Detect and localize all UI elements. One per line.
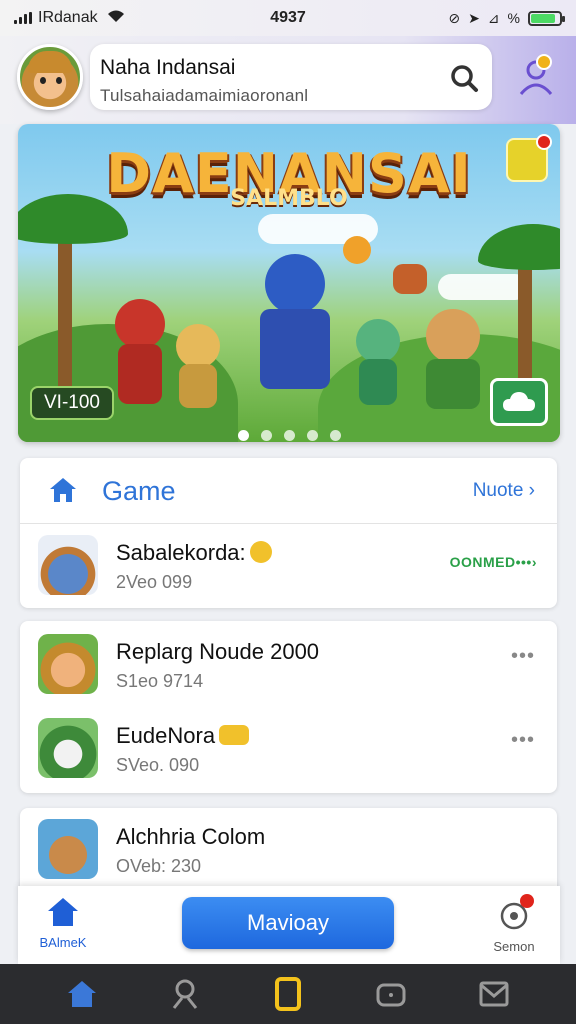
bear-character	[418, 309, 488, 414]
app-header: Naha Indansai Tulsahaiadamaimiaoronanl	[0, 36, 576, 124]
search-input[interactable]: Tulsahaiadamaimiaoronanl	[100, 86, 308, 106]
cloud-icon	[503, 392, 535, 411]
yellow-character	[173, 324, 223, 414]
list-item[interactable]: EudeNora SVeo. 090 •••	[20, 707, 557, 791]
green-character	[353, 319, 403, 409]
red-character	[110, 299, 170, 409]
game-thumbnail	[38, 819, 98, 879]
list-item[interactable]: Alchhria Colom OVeb: 230	[20, 808, 557, 892]
carousel-dot[interactable]	[237, 430, 249, 441]
primary-cta-button[interactable]: Mavioay	[182, 897, 394, 949]
carousel-indicator	[18, 430, 560, 441]
game-name: Replarg Noude 2000	[116, 639, 320, 664]
tab-search-label: Semon	[493, 939, 535, 954]
location-icon: ➤	[468, 9, 480, 26]
more-options-icon[interactable]: •••	[511, 729, 535, 752]
promo-banner[interactable]: DAENANSAI SALMBLO VI-100	[18, 124, 560, 442]
nav-home-icon[interactable]	[62, 974, 102, 1014]
carousel-dot[interactable]	[283, 430, 295, 441]
emoji-icon	[249, 541, 272, 563]
game-name: EudeNora	[116, 723, 216, 748]
share-button[interactable]	[490, 378, 548, 426]
bottom-action-bar: BAlmeK Mavioay Semon	[18, 886, 560, 964]
nav-mail-icon[interactable]	[474, 974, 514, 1014]
notification-badge	[520, 894, 534, 908]
status-bar: IRdanak 4937 ⊘ ➤ ⊿ %	[0, 0, 576, 36]
sync-icon: ⊘	[448, 9, 461, 26]
game-thumbnail	[38, 718, 98, 778]
installed-status[interactable]: OONMED•••›	[450, 554, 537, 570]
game-section-card: Game Nuote › Sabalekorda: 2Veo 099 OONME…	[20, 458, 557, 608]
home-icon	[50, 478, 76, 502]
battery-percent: %	[507, 10, 520, 26]
profile-name: Naha Indansai	[100, 56, 236, 79]
bonus-button[interactable]	[506, 134, 552, 182]
account-icon[interactable]	[516, 54, 556, 98]
more-link[interactable]: Nuote ›	[473, 480, 535, 502]
game-list-card: Replarg Noude 2000 S1eo 9714 ••• EudeNor…	[20, 621, 557, 793]
tab-home[interactable]: BAlmeK	[32, 896, 94, 950]
home-icon	[48, 898, 78, 926]
nav-center-icon[interactable]	[268, 974, 308, 1014]
signal-icon	[14, 12, 32, 24]
version-chip: VI-100	[30, 386, 114, 420]
system-navigation-bar	[0, 964, 576, 1024]
carrier-name: IRdanak	[38, 9, 98, 26]
game-name: Sabalekorda:	[116, 540, 246, 565]
chest-icon	[393, 264, 427, 294]
game-thumbnail	[38, 634, 98, 694]
emoji-icon	[219, 725, 250, 745]
battery-icon	[528, 10, 565, 26]
more-options-icon[interactable]: •••	[511, 645, 535, 668]
section-title: Game	[102, 476, 176, 506]
game-meta: SVeo. 090	[116, 755, 200, 775]
carousel-dot[interactable]	[260, 430, 272, 441]
game-meta: 2Veo 099	[116, 572, 193, 592]
game-meta: OVeb: 230	[116, 856, 202, 876]
nav-chat-icon[interactable]	[371, 974, 411, 1014]
game-name: Alchhria Colom	[116, 824, 266, 849]
notification-badge	[536, 134, 552, 150]
wifi-icon	[106, 9, 126, 28]
search-bar[interactable]: Naha Indansai Tulsahaiadamaimiaoronanl	[90, 44, 492, 110]
list-item[interactable]: Replarg Noude 2000 S1eo 9714 •••	[20, 623, 557, 707]
coin-icon	[343, 236, 371, 264]
carousel-dot[interactable]	[329, 430, 341, 441]
avatar[interactable]	[17, 44, 83, 110]
hero-character	[250, 254, 340, 404]
notification-dot	[536, 54, 552, 70]
list-item[interactable]: Sabalekorda: 2Veo 099 OONMED•••›	[20, 524, 557, 608]
signal-icon-2: ⊿	[487, 9, 500, 26]
carousel-dot[interactable]	[306, 430, 318, 441]
tab-home-label: BAlmeK	[39, 935, 87, 950]
game-thumbnail	[38, 535, 98, 595]
nav-people-icon[interactable]	[165, 974, 205, 1014]
tab-search[interactable]: Semon	[482, 894, 546, 954]
search-icon[interactable]	[448, 62, 480, 94]
banner-subtitle: SALMBLO	[230, 186, 348, 211]
game-meta: S1eo 9714	[116, 671, 204, 691]
game-section-header: Game Nuote ›	[20, 458, 557, 524]
